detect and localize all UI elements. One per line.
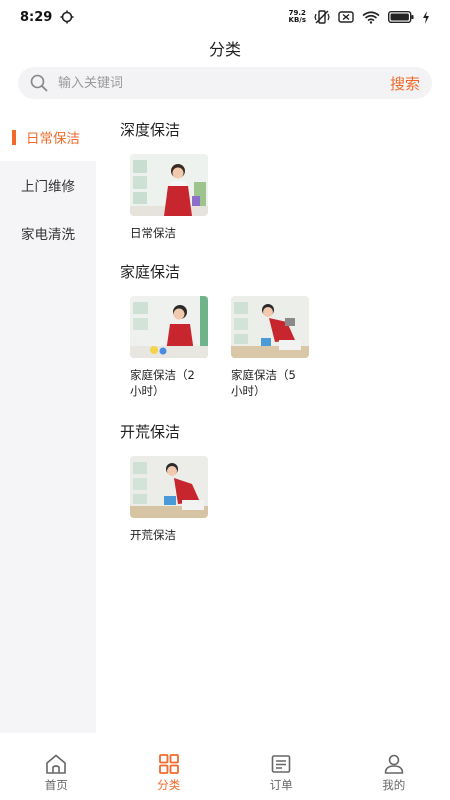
nav-item-profile[interactable]: 我的: [338, 746, 450, 800]
nav-item-home[interactable]: 首页: [0, 746, 113, 800]
sidebar-item-appliance-cleaning[interactable]: 家电清洗: [0, 209, 96, 257]
service-image: [231, 296, 309, 358]
service-label: 家庭保洁（2 小时）: [130, 368, 195, 398]
vibrate-off-icon: [314, 10, 330, 24]
wifi-icon: [362, 10, 380, 24]
sidebar-item-label: 家电清洗: [21, 227, 75, 243]
service-grid: 家庭保洁（2 小时） 家庭保洁（5 小时）: [130, 296, 450, 399]
service-card[interactable]: 日常保洁: [130, 154, 208, 241]
nav-label: 订单: [269, 778, 293, 792]
service-label: 开荒保洁: [130, 528, 176, 542]
page-title: 分类: [208, 40, 241, 59]
section-title: 深度保洁: [120, 121, 181, 139]
order-list-icon: [270, 753, 292, 775]
service-grid: 开荒保洁: [130, 456, 450, 543]
search-input[interactable]: [58, 75, 390, 91]
category-sidebar: 日常保洁 上门维修 家电清洗: [0, 113, 96, 733]
service-label: 家庭保洁（5 小时）: [231, 368, 296, 398]
search-button[interactable]: 搜索: [390, 73, 420, 94]
nav-label: 首页: [44, 778, 68, 792]
search-icon: [30, 74, 48, 92]
category-grid-icon: [158, 753, 180, 775]
status-bar: 8:29 79.2 KB/s: [0, 0, 450, 34]
status-time: 8:29: [20, 9, 53, 25]
sidebar-item-label: 上门维修: [21, 179, 75, 195]
sidebar-item-home-repair[interactable]: 上门维修: [0, 161, 96, 209]
service-image: [130, 154, 208, 216]
charging-icon: [422, 10, 430, 24]
service-image: [130, 296, 208, 358]
service-grid: 日常保洁: [130, 154, 450, 241]
home-icon: [44, 753, 68, 775]
service-card[interactable]: 家庭保洁（5 小时）: [231, 296, 309, 399]
network-speed: 79.2 KB/s: [288, 9, 306, 24]
sidebar-item-label: 日常保洁: [26, 131, 80, 147]
nav-item-orders[interactable]: 订单: [225, 746, 338, 800]
notification-icon: [60, 10, 74, 24]
service-card[interactable]: 开荒保洁: [130, 456, 208, 543]
battery-icon: [388, 11, 414, 23]
nav-label: 分类: [157, 778, 181, 792]
section-title: 家庭保洁: [120, 263, 181, 281]
search-bar[interactable]: 搜索: [18, 67, 432, 99]
nav-item-category[interactable]: 分类: [113, 746, 226, 800]
sidebar-item-daily-cleaning[interactable]: 日常保洁: [0, 113, 96, 161]
category-content: 深度保洁 日常保洁 家庭保洁 家庭保洁（2 小时） 家庭保洁（5 小时） 开荒保…: [96, 113, 450, 733]
service-label: 日常保洁: [130, 226, 176, 240]
section-title: 开荒保洁: [120, 423, 181, 441]
bottom-nav: 首页 分类 订单 我的: [0, 746, 450, 800]
nav-label: 我的: [382, 778, 406, 792]
service-image: [130, 456, 208, 518]
sim-off-icon: [338, 11, 354, 23]
service-card[interactable]: 家庭保洁（2 小时）: [130, 296, 208, 399]
user-icon: [383, 753, 405, 775]
